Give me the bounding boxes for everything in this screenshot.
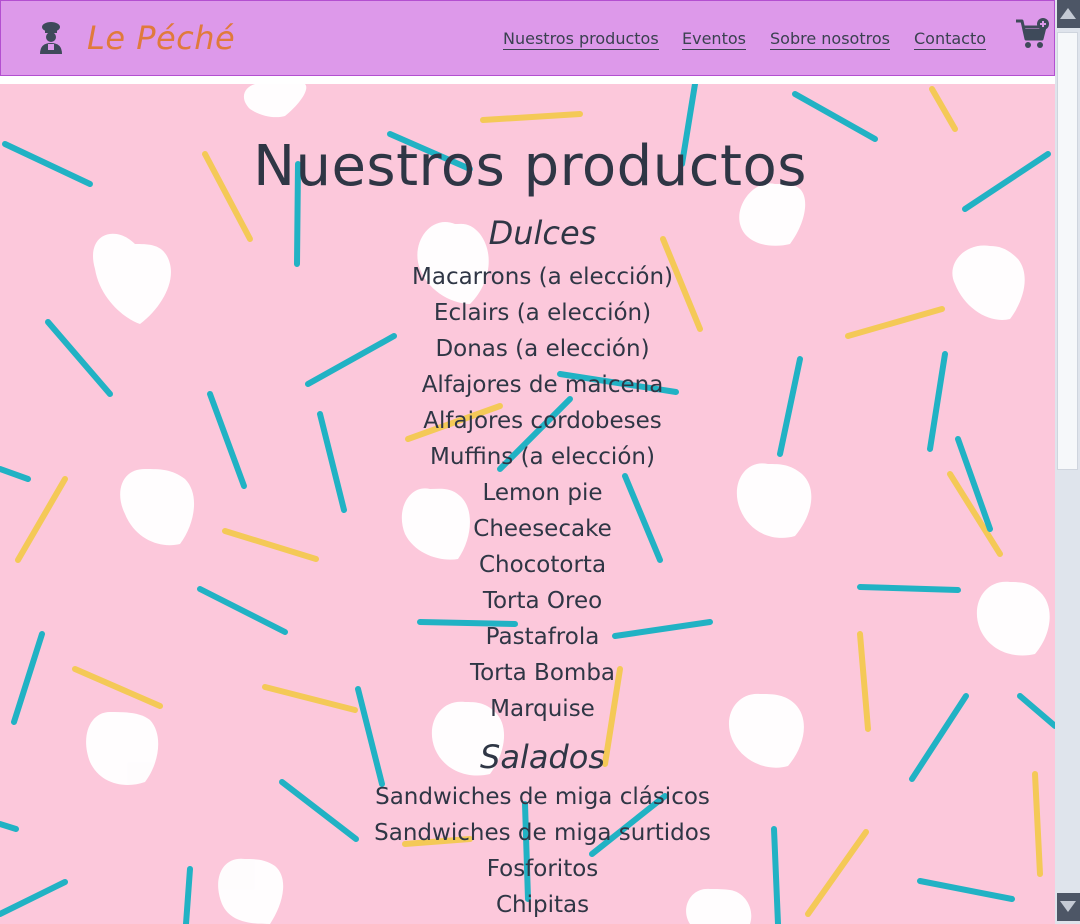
list-item: Marquise xyxy=(490,696,595,722)
nav-link-productos[interactable]: Nuestros productos xyxy=(503,29,659,50)
list-item: Pastafrola xyxy=(485,624,600,650)
nav-link-eventos[interactable]: Eventos xyxy=(682,29,746,50)
list-item: Torta Bomba xyxy=(469,660,616,686)
list-item: Lemon pie xyxy=(482,480,603,506)
scroll-down-button[interactable] xyxy=(1057,893,1080,921)
list-item: Alfajores cordobeses xyxy=(423,408,662,434)
list-item: Eclairs (a elección) xyxy=(433,300,652,326)
list-item: Donas (a elección) xyxy=(435,336,650,362)
arrow-up-icon xyxy=(1060,8,1076,19)
list-item: Alfajores de maicena xyxy=(421,372,664,398)
page-title: Nuestros productos xyxy=(253,134,807,199)
section-title-dulces: Dulces xyxy=(488,214,597,252)
list-item: Fosforitos xyxy=(486,856,599,882)
list-item: Sandwiches de miga clásicos xyxy=(375,784,710,810)
browser-viewport: Le Péché Nuestros productos Eventos Sobr… xyxy=(0,0,1055,924)
nav-link-contacto[interactable]: Contacto xyxy=(914,29,987,50)
list-item: Torta Oreo xyxy=(482,588,603,614)
chef-icon[interactable] xyxy=(37,21,65,57)
brand-name[interactable]: Le Péché xyxy=(87,19,235,57)
list-item: Macarrons (a elección) xyxy=(412,264,673,290)
nav-link-sobre-nosotros[interactable]: Sobre nosotros xyxy=(770,29,890,50)
list-item: Cheesecake xyxy=(473,516,612,542)
vertical-scrollbar[interactable] xyxy=(1055,0,1080,924)
navbar: Le Péché Nuestros productos Eventos Sobr… xyxy=(0,0,1055,76)
cart-add-icon[interactable] xyxy=(1015,17,1051,51)
section-title-salados: Salados xyxy=(480,738,605,776)
list-item: Chocotorta xyxy=(478,552,607,578)
list-item: Sandwiches de miga surtidos xyxy=(374,820,711,846)
list-item: Muffins (a elección) xyxy=(430,444,655,470)
scrollbar-thumb[interactable] xyxy=(1057,32,1078,470)
scroll-up-button[interactable] xyxy=(1057,0,1080,28)
products-hero: Nuestros productos Dulces Macarrons (a e… xyxy=(0,84,1055,924)
arrow-down-icon xyxy=(1060,901,1076,912)
list-item: Chipitas xyxy=(495,892,590,918)
